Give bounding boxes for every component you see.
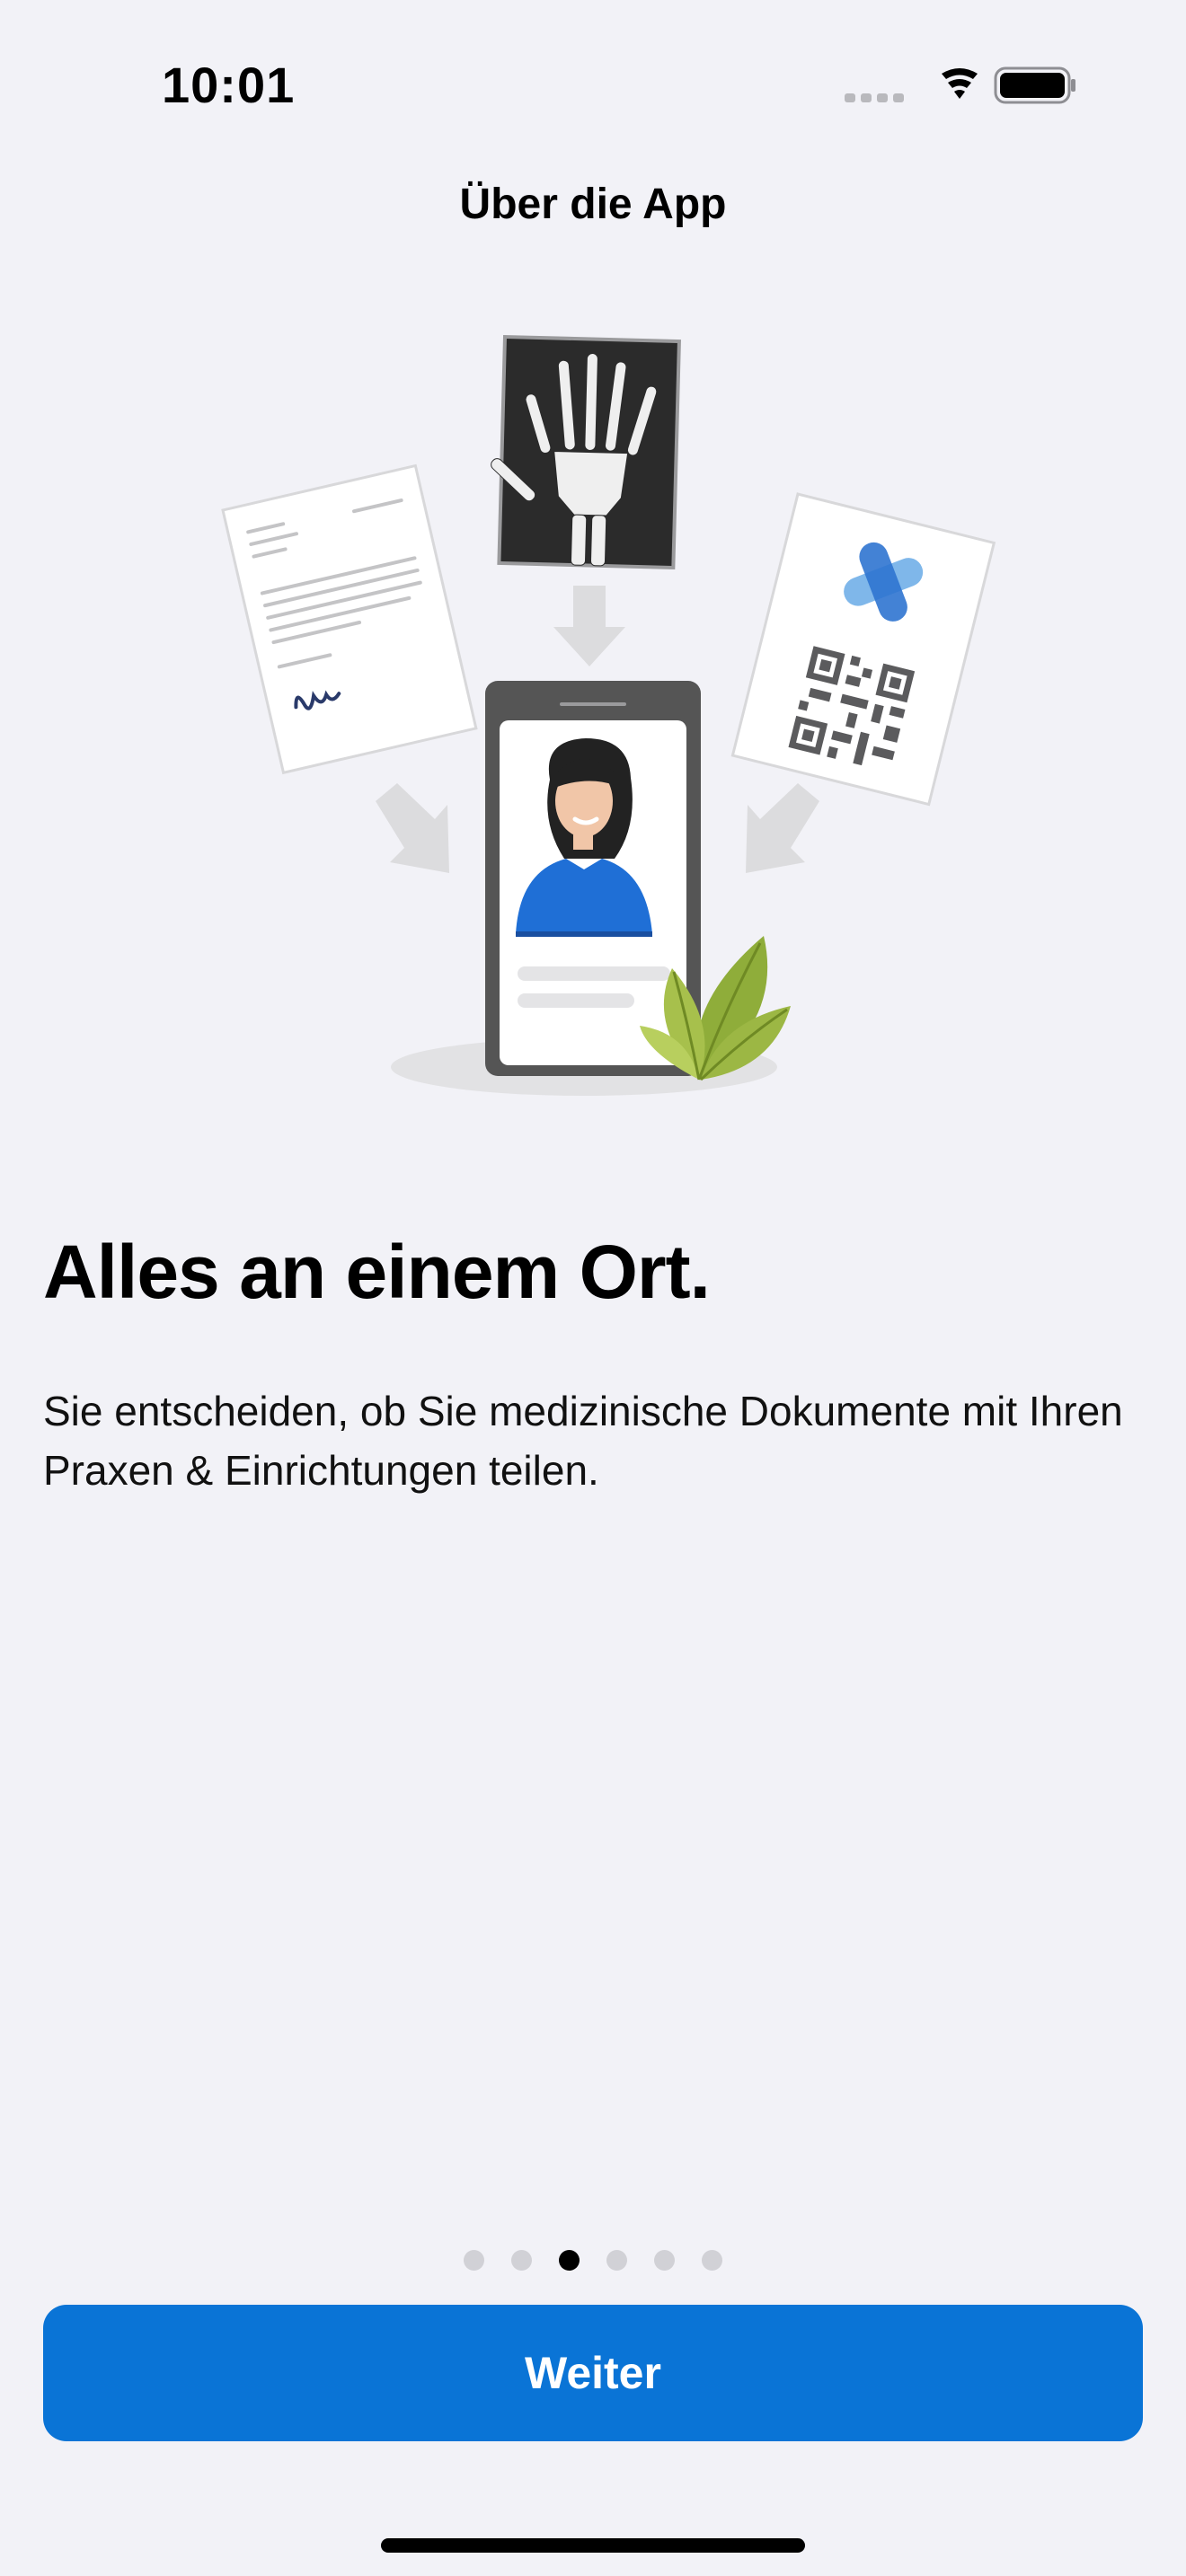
page-dot[interactable] [511,2249,532,2271]
wifi-icon [942,68,978,99]
home-indicator[interactable] [381,2538,805,2553]
xray-hand-icon [491,334,681,570]
page-dot-active[interactable] [559,2249,580,2271]
qr-prescription-icon [730,492,996,807]
page-dot[interactable] [606,2249,627,2271]
arrow-diagonal-left-icon [376,783,449,873]
onboarding-description: Sie entscheiden, ob Sie medizinische Dok… [43,1388,1123,1494]
page-indicator[interactable] [0,2245,1186,2274]
nav-title: Über die App [459,181,727,228]
signal-dots-icon [845,93,904,102]
status-time: 10:01 [162,57,296,113]
page-dot[interactable] [464,2249,484,2271]
status-bar: 10:01 [0,0,1186,171]
arrow-diagonal-right-icon [746,783,819,873]
page-dot[interactable] [702,2249,722,2271]
battery-icon [994,66,1075,104]
continue-button[interactable]: Weiter [43,2305,1143,2441]
arrow-down-icon [553,586,625,666]
status-icons [845,66,1075,104]
signed-letter-icon [221,463,478,775]
documents-to-phone-illustration [221,334,996,1096]
page-dot[interactable] [654,2249,675,2271]
onboarding-headline: Alles an einem Ort. [43,1230,711,1314]
